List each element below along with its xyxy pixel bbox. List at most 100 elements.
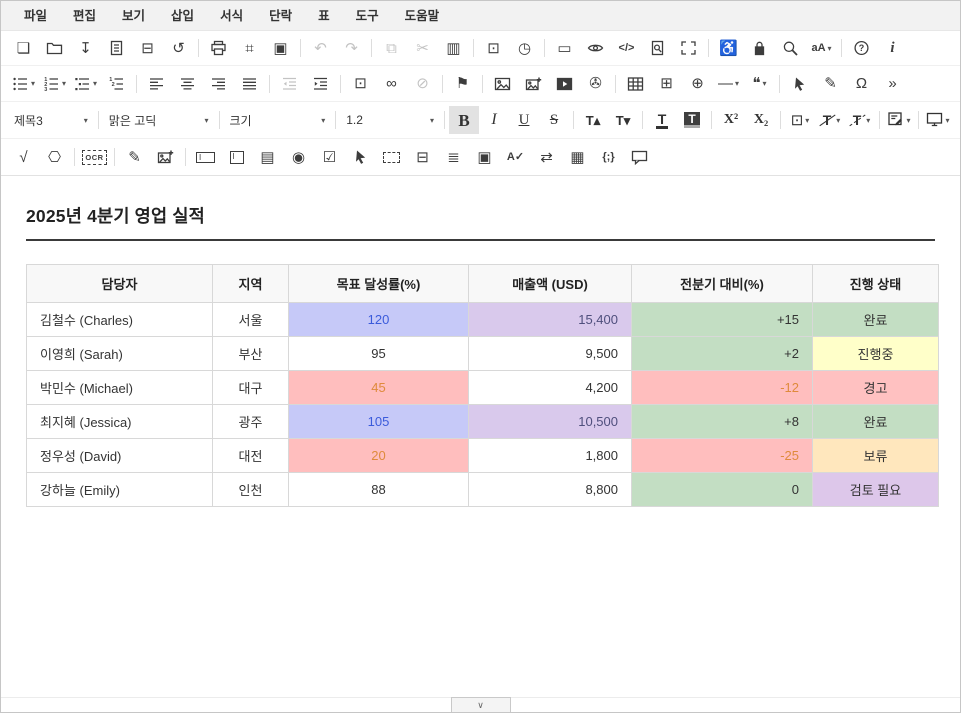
font-scale-button[interactable]: aA▾: [806, 35, 837, 61]
form-page-button[interactable]: ⊟: [407, 144, 438, 170]
strikethrough-button[interactable]: S: [539, 106, 569, 134]
sales-table[interactable]: 담당자지역목표 달성률(%)매출액 (USD)전분기 대비(%)진행 상태김철수…: [26, 264, 939, 507]
outline-numbering-button[interactable]: 12: [101, 71, 132, 97]
menu-item-7[interactable]: 도구: [343, 2, 392, 30]
document-convert-button[interactable]: ⇄: [531, 144, 562, 170]
cell-2-0[interactable]: 박민수 (Michael): [27, 371, 213, 405]
math-formula-button[interactable]: √: [8, 144, 39, 170]
info-button[interactable]: i: [877, 35, 908, 61]
cell-4-0[interactable]: 정우성 (David): [27, 439, 213, 473]
menu-item-5[interactable]: 단락: [256, 2, 305, 30]
find-in-document-button[interactable]: [642, 35, 673, 61]
paragraph-style-select[interactable]: 제목3▾: [8, 107, 94, 133]
cell-4-4[interactable]: -25: [632, 439, 813, 473]
clear-paragraph-format-button[interactable]: T▾: [845, 106, 875, 134]
cell-2-4[interactable]: -12: [632, 371, 813, 405]
document-editing-area[interactable]: 2025년 4분기 영업 실적 담당자지역목표 달성률(%)매출액 (USD)전…: [1, 176, 960, 689]
increase-font-size-button[interactable]: T▴: [578, 106, 608, 134]
cell-1-2[interactable]: 95: [289, 337, 469, 371]
new-document-button[interactable]: ❏: [8, 35, 39, 61]
form-document-button[interactable]: ▣: [469, 144, 500, 170]
checkbox-button[interactable]: ☑: [314, 144, 345, 170]
more-tools-button[interactable]: »: [877, 71, 908, 97]
menu-item-6[interactable]: 표: [305, 2, 343, 30]
cell-0-4[interactable]: +15: [632, 303, 813, 337]
column-header-1[interactable]: 지역: [213, 265, 289, 303]
code-view-button[interactable]: </>: [611, 35, 642, 61]
print-button[interactable]: [203, 35, 234, 61]
cell-5-0[interactable]: 강하늘 (Emily): [27, 473, 213, 507]
code-snippet-button[interactable]: {;}: [593, 144, 624, 170]
indent-button[interactable]: [305, 71, 336, 97]
insert-video-button[interactable]: [549, 71, 580, 97]
cell-3-0[interactable]: 최지혜 (Jessica): [27, 405, 213, 439]
paragraph-format-button[interactable]: ⊡: [345, 71, 376, 97]
cell-2-2[interactable]: 45: [289, 371, 469, 405]
ai-writer-button[interactable]: ✎: [119, 144, 150, 170]
style-settings-button[interactable]: ▾: [884, 106, 914, 134]
cell-3-3[interactable]: 10,500: [469, 405, 632, 439]
comment-button[interactable]: [624, 144, 655, 170]
column-header-2[interactable]: 목표 달성률(%): [289, 265, 469, 303]
font-size-select[interactable]: 크기▾: [224, 107, 332, 133]
cell-2-3[interactable]: 4,200: [469, 371, 632, 405]
superscript-button[interactable]: X²: [716, 106, 746, 134]
form-list-button[interactable]: ≣: [438, 144, 469, 170]
lock-button[interactable]: [744, 35, 775, 61]
document-title[interactable]: 2025년 4분기 영업 실적: [26, 176, 935, 239]
column-header-3[interactable]: 매출액 (USD): [469, 265, 632, 303]
radio-button-button[interactable]: ◉: [283, 144, 314, 170]
cell-3-2[interactable]: 105: [289, 405, 469, 439]
bold-button[interactable]: B: [449, 106, 479, 134]
blockquote-button[interactable]: ❝▾: [744, 71, 775, 97]
insert-box-button[interactable]: ⊞: [651, 71, 682, 97]
page-layout-button[interactable]: ⊟: [132, 35, 163, 61]
subscript-button[interactable]: X₂: [746, 106, 776, 134]
underline-button[interactable]: U: [509, 106, 539, 134]
save-document-button[interactable]: ↧: [70, 35, 101, 61]
horizontal-line-button[interactable]: —▾: [713, 71, 744, 97]
insert-table-button[interactable]: [620, 71, 651, 97]
align-center-button[interactable]: [172, 71, 203, 97]
cell-1-5[interactable]: 진행중: [813, 337, 939, 371]
print-page-setup-button[interactable]: ⌗: [234, 35, 265, 61]
menu-item-3[interactable]: 삽입: [158, 2, 207, 30]
numbered-list-button[interactable]: 123▾: [39, 71, 70, 97]
page-border-button[interactable]: ▣: [265, 35, 296, 61]
menu-item-2[interactable]: 보기: [109, 2, 158, 30]
cell-4-5[interactable]: 보류: [813, 439, 939, 473]
cell-2-1[interactable]: 대구: [213, 371, 289, 405]
cell-5-3[interactable]: 8,800: [469, 473, 632, 507]
cell-0-3[interactable]: 15,400: [469, 303, 632, 337]
cell-0-1[interactable]: 서울: [213, 303, 289, 337]
cell-0-5[interactable]: 완료: [813, 303, 939, 337]
paste-button[interactable]: ▥: [438, 35, 469, 61]
cell-0-2[interactable]: 120: [289, 303, 469, 337]
paste-special-button[interactable]: ⊡: [478, 35, 509, 61]
cell-3-5[interactable]: 완료: [813, 405, 939, 439]
insert-frame-button[interactable]: ⊕: [682, 71, 713, 97]
cell-3-1[interactable]: 광주: [213, 405, 289, 439]
menu-item-4[interactable]: 서식: [207, 2, 256, 30]
chemical-formula-button[interactable]: ⎔: [39, 144, 70, 170]
menu-item-0[interactable]: 파일: [11, 2, 60, 30]
cell-5-4[interactable]: 0: [632, 473, 813, 507]
search-button[interactable]: [775, 35, 806, 61]
attach-file-button[interactable]: ✇: [580, 71, 611, 97]
multilevel-list-button[interactable]: ▾: [70, 71, 101, 97]
cell-5-1[interactable]: 인천: [213, 473, 289, 507]
italic-button[interactable]: I: [479, 106, 509, 134]
cell-5-2[interactable]: 88: [289, 473, 469, 507]
font-family-select[interactable]: 맑은 고딕▾: [103, 107, 215, 133]
cell-1-4[interactable]: +2: [632, 337, 813, 371]
list-settings-button[interactable]: ▦: [562, 144, 593, 170]
ai-image-button[interactable]: [150, 144, 181, 170]
ruler-button[interactable]: ▭: [549, 35, 580, 61]
menu-item-8[interactable]: 도움말: [392, 2, 453, 30]
text-area-button[interactable]: I: [221, 144, 252, 170]
special-character-button[interactable]: Ω: [846, 71, 877, 97]
screen-view-button[interactable]: ▾: [923, 106, 953, 134]
spell-check-button[interactable]: A✓: [500, 144, 531, 170]
cell-4-2[interactable]: 20: [289, 439, 469, 473]
cell-4-1[interactable]: 대전: [213, 439, 289, 473]
